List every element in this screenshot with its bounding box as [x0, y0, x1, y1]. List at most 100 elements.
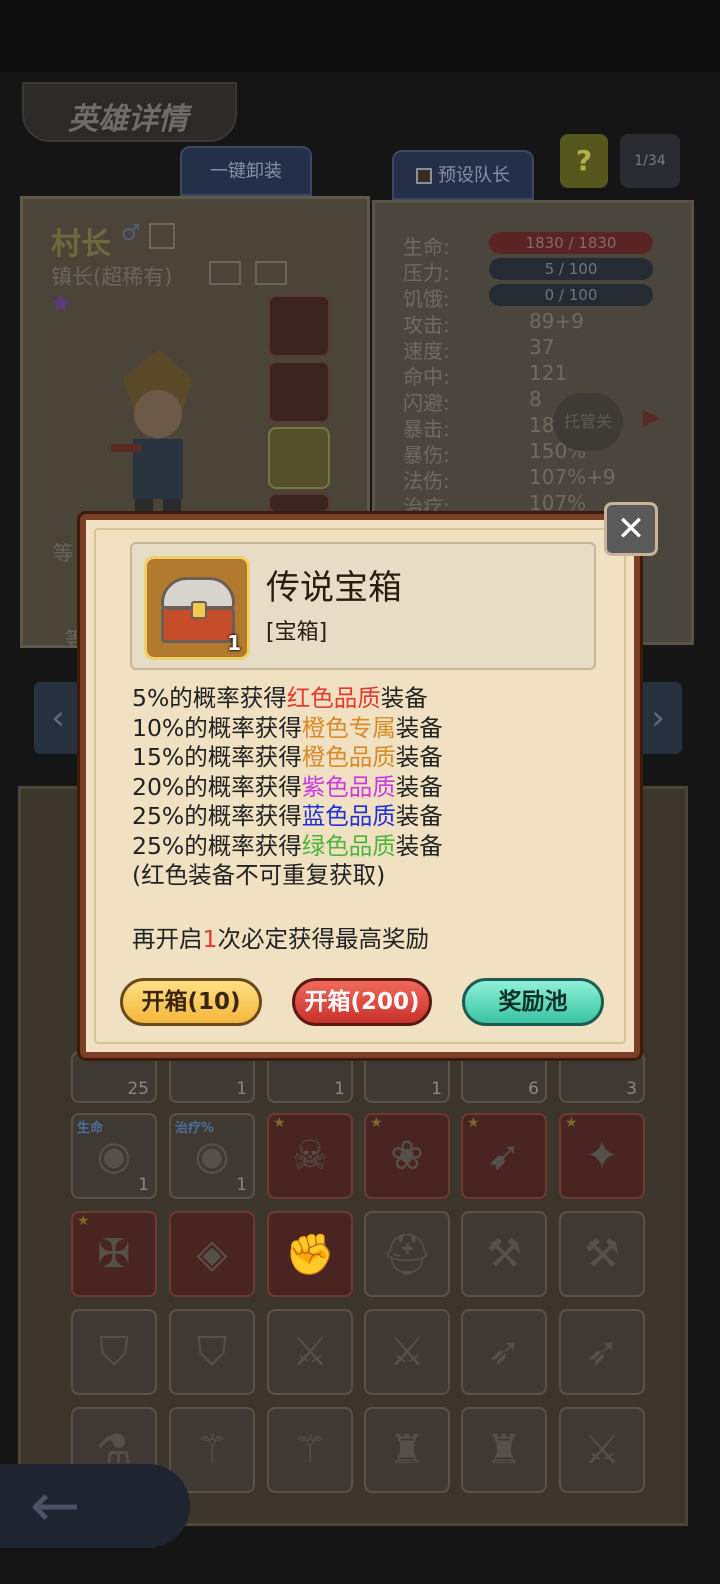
level-label-1: 等	[53, 541, 73, 565]
amulet-icon: ◈	[196, 1231, 228, 1277]
chest-detail-dialog: 1 传说宝箱 [宝箱] 5%的概率获得红色品质装备 10%的概率获得橙色专属装备…	[80, 514, 640, 1058]
help-button[interactable]: ?	[560, 134, 608, 188]
next-hero-arrow[interactable]: ›	[634, 682, 682, 754]
stat-value-accuracy: 121	[529, 361, 568, 385]
item-count: 3	[626, 1079, 637, 1099]
inventory-item[interactable]: ⚔	[559, 1407, 645, 1493]
inventory-item[interactable]: ⛑	[364, 1211, 450, 1297]
stat-label-attack: 攻击:	[403, 313, 450, 337]
inventory-item[interactable]: ♜	[461, 1407, 547, 1493]
inventory-item[interactable]: ⚚	[169, 1407, 255, 1493]
next-arrow-icon[interactable]: ▶	[643, 405, 660, 430]
rate-text: 15%的概率获得	[132, 743, 302, 771]
inventory-item[interactable]: ★ ➹	[461, 1113, 547, 1199]
inventory-item[interactable]: ➶	[461, 1309, 547, 1395]
drop-note: (红色装备不可重复获取)	[132, 861, 386, 889]
inventory-item[interactable]: 生命 ◉ 1	[71, 1113, 157, 1199]
stat-label-speed: 速度:	[403, 339, 450, 363]
hero-class: 镇长(超稀有)	[51, 265, 173, 289]
inventory-item[interactable]: ◈	[169, 1211, 255, 1297]
helmet-icon: ⛑	[381, 1231, 433, 1278]
prev-hero-arrow[interactable]: ‹	[34, 682, 82, 754]
axe-icon: ⚔	[584, 1427, 620, 1473]
staff-icon: ✦	[585, 1133, 619, 1179]
quality-orange: 橙色品质	[301, 743, 396, 771]
inventory-item[interactable]: ⛉	[169, 1309, 255, 1395]
inventory-item[interactable]: ✊	[267, 1211, 353, 1297]
item-name: 传说宝箱	[266, 568, 402, 608]
inventory-item[interactable]: 6	[461, 1051, 547, 1103]
inventory-item[interactable]: 1	[169, 1051, 255, 1103]
back-arrow-icon: ←	[30, 1471, 81, 1541]
inventory-item[interactable]: ♜	[364, 1407, 450, 1493]
open-chest-200-button[interactable]: 开箱(200)	[292, 978, 432, 1026]
quality-blue: 蓝色品质	[301, 802, 396, 830]
stress-bar: 5 / 100	[489, 258, 653, 280]
inventory-item[interactable]: ⚒	[461, 1211, 547, 1297]
hp-bar: 1830 / 1830	[489, 232, 653, 254]
open-chest-10-button[interactable]: 开箱(10)	[120, 978, 262, 1026]
rate-text: 5%的概率获得	[132, 684, 287, 712]
gauntlet-icon: ✊	[285, 1231, 335, 1278]
rate-suffix: 装备	[395, 802, 443, 830]
drop-rate-line: 20%的概率获得紫色品质装备	[132, 773, 443, 803]
spear-icon: ➹	[487, 1133, 521, 1179]
inventory-item[interactable]: 治疗% ◉ 1	[169, 1113, 255, 1199]
inventory-item[interactable]: 3	[559, 1051, 645, 1103]
pickaxe-icon: ⚒	[486, 1231, 522, 1277]
page-indicator: 1/34	[620, 134, 680, 188]
inventory-item[interactable]: ★ ✠	[71, 1211, 157, 1297]
inventory-item[interactable]: ➶	[559, 1309, 645, 1395]
rate-text: 10%的概率获得	[132, 713, 302, 742]
unequip-all-button[interactable]: 一键卸装	[180, 146, 312, 196]
hunger-bar: 0 / 100	[489, 284, 653, 306]
auto-battle-button[interactable]: 托管关	[553, 393, 623, 451]
rate-suffix: 装备	[395, 713, 443, 742]
stat-value-dodge: 8	[529, 387, 542, 411]
inventory-item[interactable]: ⚔	[267, 1309, 353, 1395]
pickaxe-icon: ⚒	[584, 1231, 620, 1277]
inventory-item[interactable]: 1	[364, 1051, 450, 1103]
wand-icon: ⚚	[292, 1427, 328, 1473]
stat-label-hunger: 饥饿:	[403, 287, 450, 311]
stat-label-hp: 生命:	[403, 235, 450, 259]
quality-purple: 紫色品质	[301, 772, 396, 801]
inventory-item[interactable]: ★ ☠	[267, 1113, 353, 1199]
extra-slot-icon[interactable]	[268, 493, 330, 513]
inventory-item[interactable]: ⚒	[559, 1211, 645, 1297]
crossed-swords-icon: ⚔	[389, 1329, 425, 1375]
inventory-item[interactable]: ⛉	[71, 1309, 157, 1395]
item-type: [宝箱]	[266, 620, 328, 645]
item-count: 25	[127, 1079, 149, 1099]
stat-label-magic-damage: 法伤:	[403, 469, 450, 493]
rename-icon[interactable]	[149, 223, 175, 249]
armor-icon: ♜	[389, 1427, 425, 1473]
item-count: 6	[528, 1079, 539, 1099]
pity-prefix: 再开启	[132, 925, 203, 953]
rarity-star-icon: ★	[49, 289, 73, 319]
rate-text: 25%的概率获得	[132, 802, 302, 830]
inventory-item[interactable]: 1	[267, 1051, 353, 1103]
inventory-item[interactable]: ⚚	[267, 1407, 353, 1493]
inventory-item[interactable]: ★ ✦	[559, 1113, 645, 1199]
close-dialog-button[interactable]: ✕	[604, 502, 658, 556]
item-count: 1	[236, 1079, 247, 1099]
inventory-item[interactable]: ⚔	[364, 1309, 450, 1395]
preset-captain-toggle[interactable]: 预设队长	[392, 150, 534, 200]
skill-book-icon[interactable]	[209, 261, 241, 285]
back-button[interactable]: ←	[0, 1464, 190, 1548]
inventory-item[interactable]: ★ ❀	[364, 1113, 450, 1199]
boots-slot-icon[interactable]	[268, 361, 330, 423]
bow-icon: ➶	[585, 1329, 619, 1375]
inventory-item[interactable]: 25	[71, 1051, 157, 1103]
rate-suffix: 装备	[380, 684, 428, 712]
stat-label-crit: 暴击:	[403, 417, 450, 441]
info-card-icon[interactable]	[255, 261, 287, 285]
chest-lock-icon	[191, 601, 207, 619]
ring-slot-icon[interactable]	[268, 295, 330, 357]
shield-icon: ⛉	[197, 1329, 227, 1375]
stat-value-crit: 18	[529, 413, 555, 437]
bag-slot-icon[interactable]	[268, 427, 330, 489]
preset-captain-label: 预设队长	[438, 165, 510, 186]
reward-pool-button[interactable]: 奖励池	[462, 978, 604, 1026]
